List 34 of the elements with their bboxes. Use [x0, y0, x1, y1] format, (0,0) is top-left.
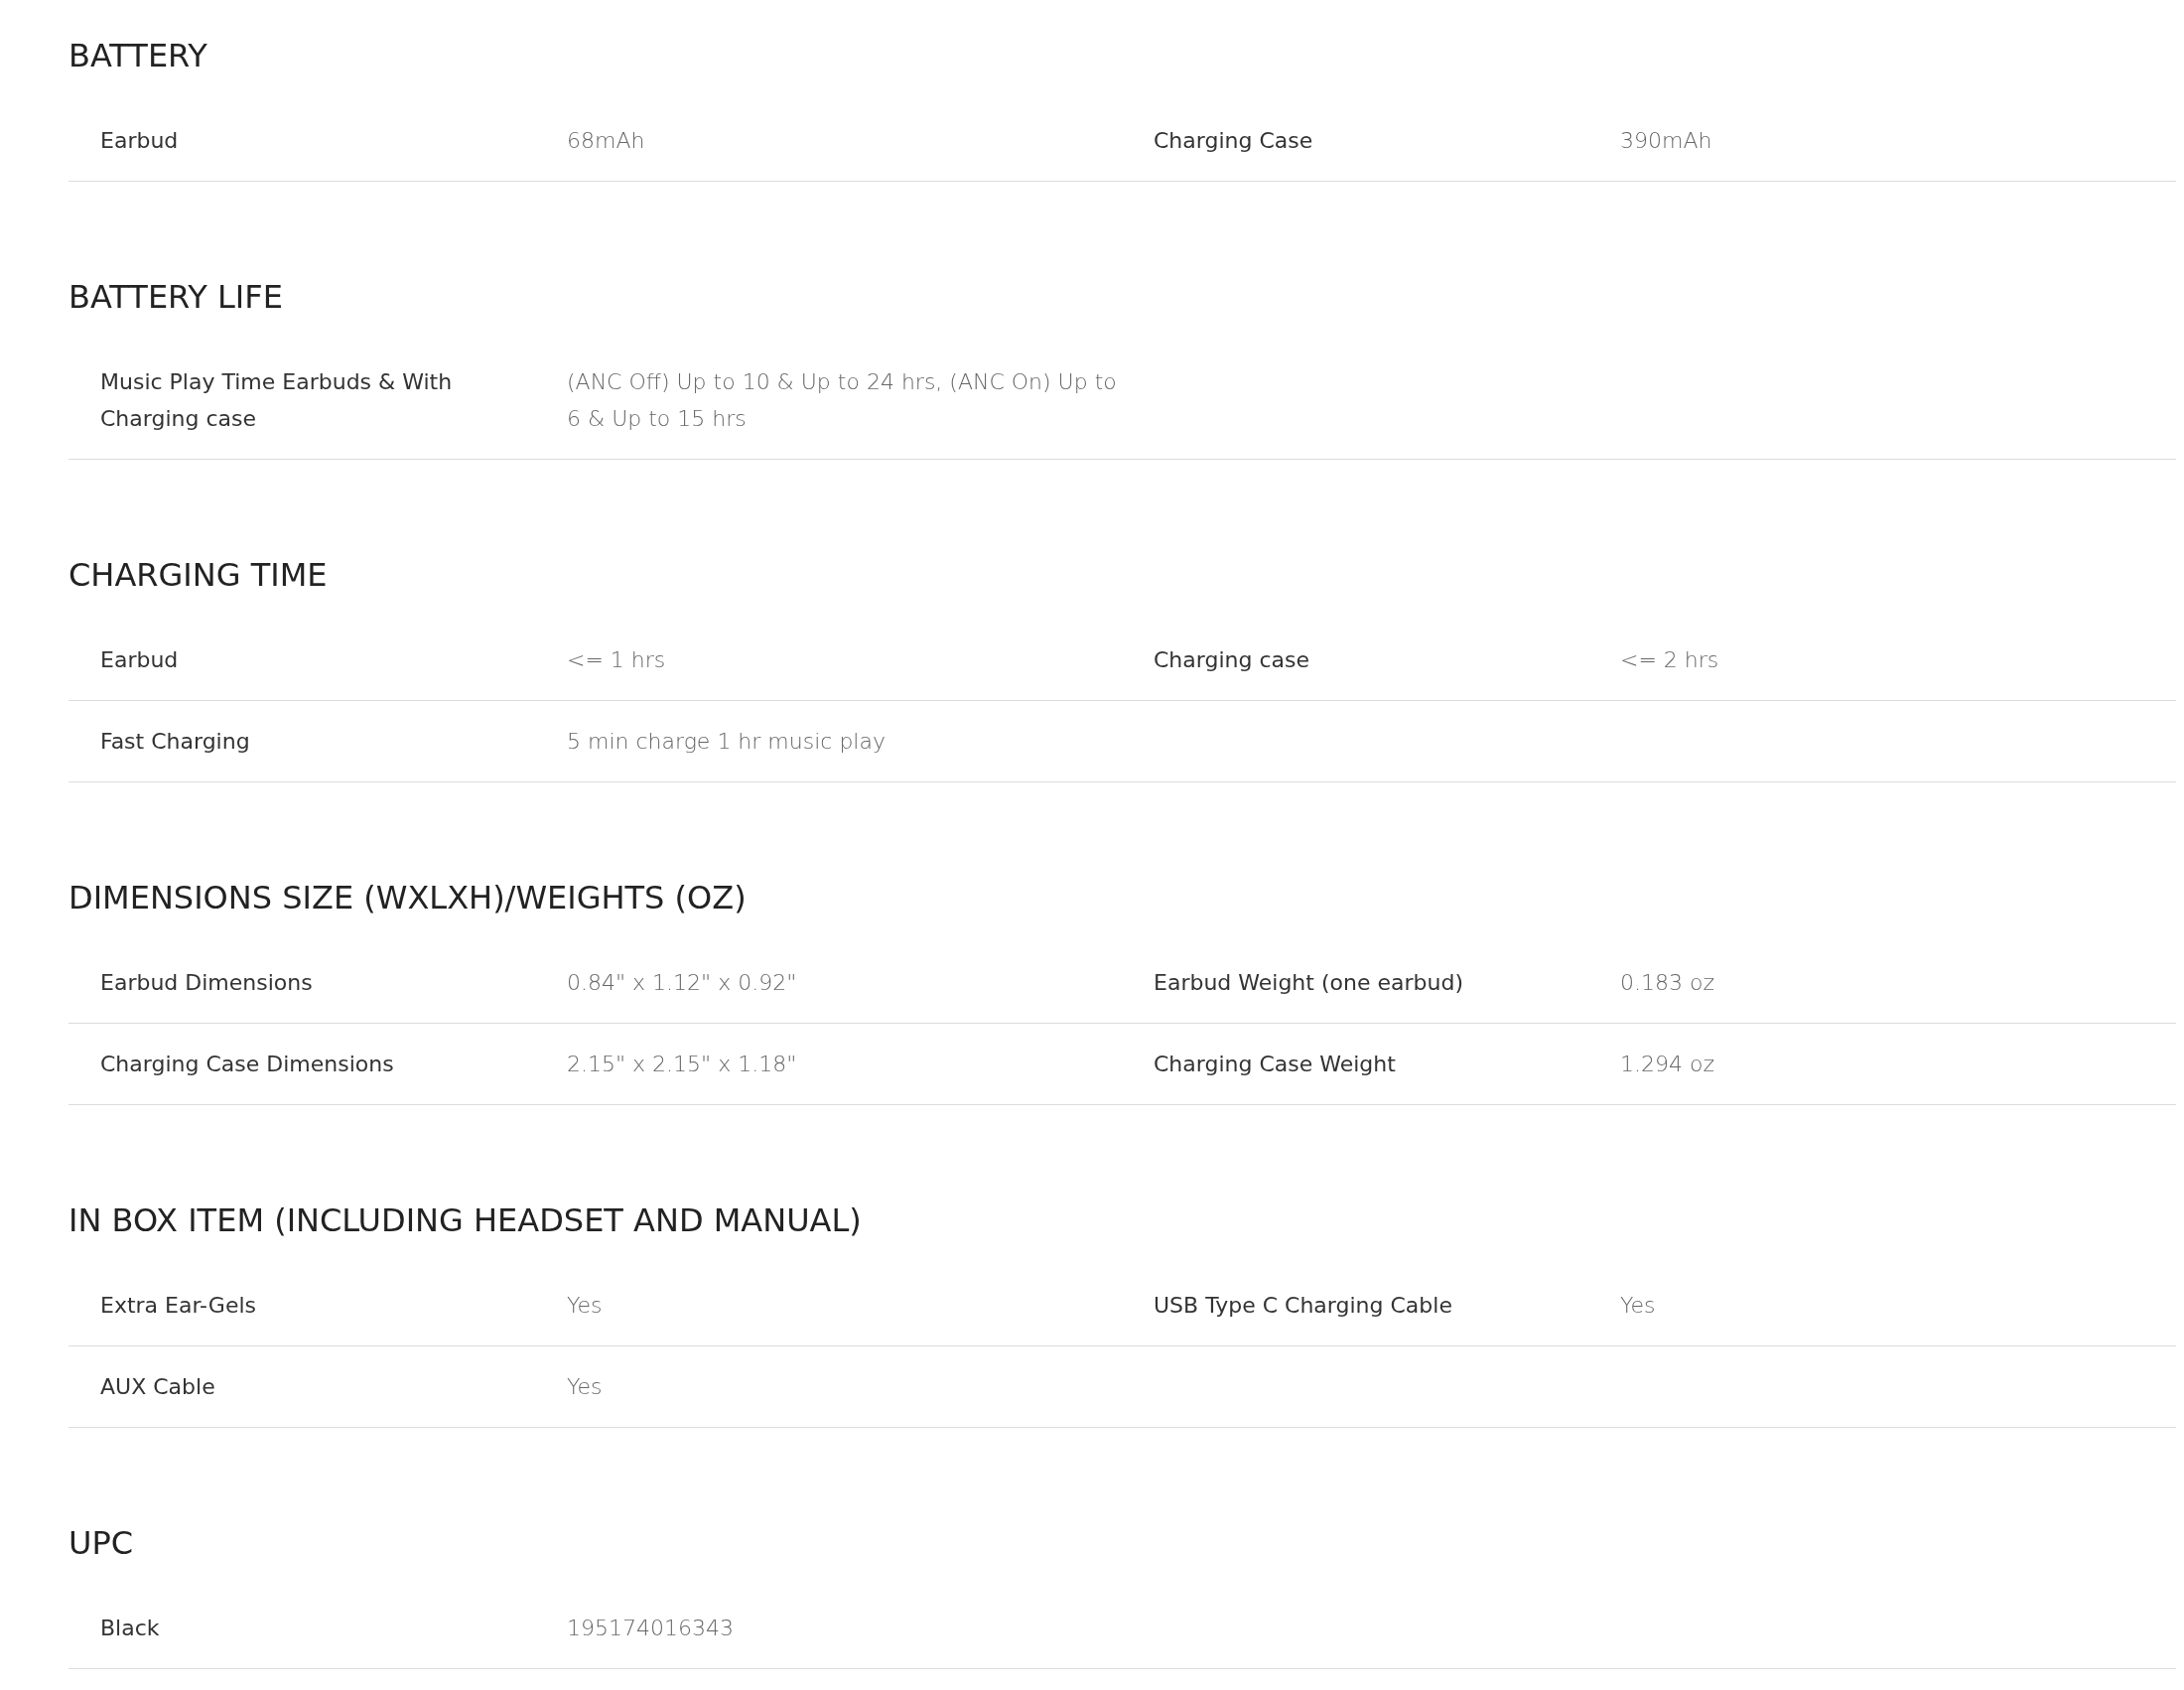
spec-label: Fast Charging	[100, 729, 250, 754]
spec-value: 195174016343	[567, 1616, 734, 1640]
spec-label: Extra Ear-Gels	[100, 1293, 256, 1318]
spec-label: AUX Cable	[100, 1374, 215, 1399]
section-heading: CHARGING TIME	[68, 555, 328, 596]
spec-value: 390mAh	[1620, 128, 1712, 153]
spec-label: Charging Case Dimensions	[100, 1052, 394, 1076]
section-heading: IN BOX ITEM (INCLUDING HEADSET AND MANUAL)	[68, 1200, 862, 1241]
spec-value: 5 min charge 1 hr music play	[567, 729, 886, 754]
spec-value: <= 2 hrs	[1620, 647, 1719, 672]
spec-label: Earbud Dimensions	[100, 970, 313, 995]
spec-value: Yes	[1620, 1293, 1656, 1318]
spec-label: Black	[100, 1616, 160, 1640]
spec-value: Yes	[567, 1374, 603, 1399]
spec-value: 1.294 oz	[1620, 1052, 1714, 1076]
spec-value: <= 1 hrs	[567, 647, 666, 672]
spec-value: 2.15" x 2.15" x 1.18"	[567, 1052, 797, 1076]
spec-value: 0.183 oz	[1620, 970, 1714, 995]
spec-value: Yes	[567, 1293, 603, 1318]
spec-label: Music Play Time Earbuds & With Charging case	[100, 369, 453, 431]
spec-label: Charging case	[1154, 647, 1309, 672]
spec-value: (ANC Off) Up to 10 & Up to 24 hrs, (ANC On) Up to 6 & Up to 15 hrs	[567, 369, 1117, 431]
spec-label: Earbud	[100, 128, 179, 153]
spec-label: Earbud Weight (one earbud)	[1154, 970, 1463, 995]
section-heading: DIMENSIONS SIZE (WXLXH)/WEIGHTS (OZ)	[68, 878, 747, 918]
section-heading: BATTERY	[68, 36, 207, 76]
section-heading: UPC	[68, 1523, 134, 1564]
spec-label: USB Type C Charging Cable	[1154, 1293, 1452, 1318]
spec-value: 68mAh	[567, 128, 645, 153]
spec-label: Charging Case Weight	[1154, 1052, 1396, 1076]
section-heading: BATTERY LIFE	[68, 277, 283, 318]
spec-label: Charging Case	[1154, 128, 1313, 153]
spec-value: 0.84" x 1.12" x 0.92"	[567, 970, 797, 995]
spec-label: Earbud	[100, 647, 179, 672]
